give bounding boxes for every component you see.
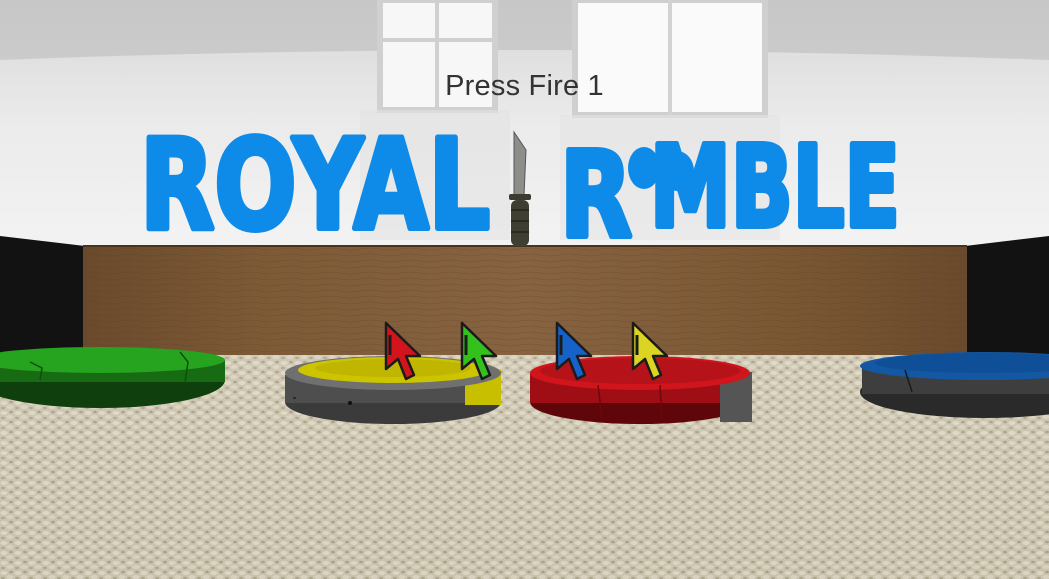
red-player-cursor-icon — [384, 321, 422, 381]
yellow-player-cursor-icon — [631, 321, 669, 381]
green-player-cursor-icon — [460, 321, 498, 381]
blue-player-cursor-icon — [555, 321, 593, 381]
title-screen: ROYAL R OO MBLE Press Fire 1 — [0, 0, 1049, 579]
press-fire-prompt: Press Fire 1 — [445, 70, 604, 102]
